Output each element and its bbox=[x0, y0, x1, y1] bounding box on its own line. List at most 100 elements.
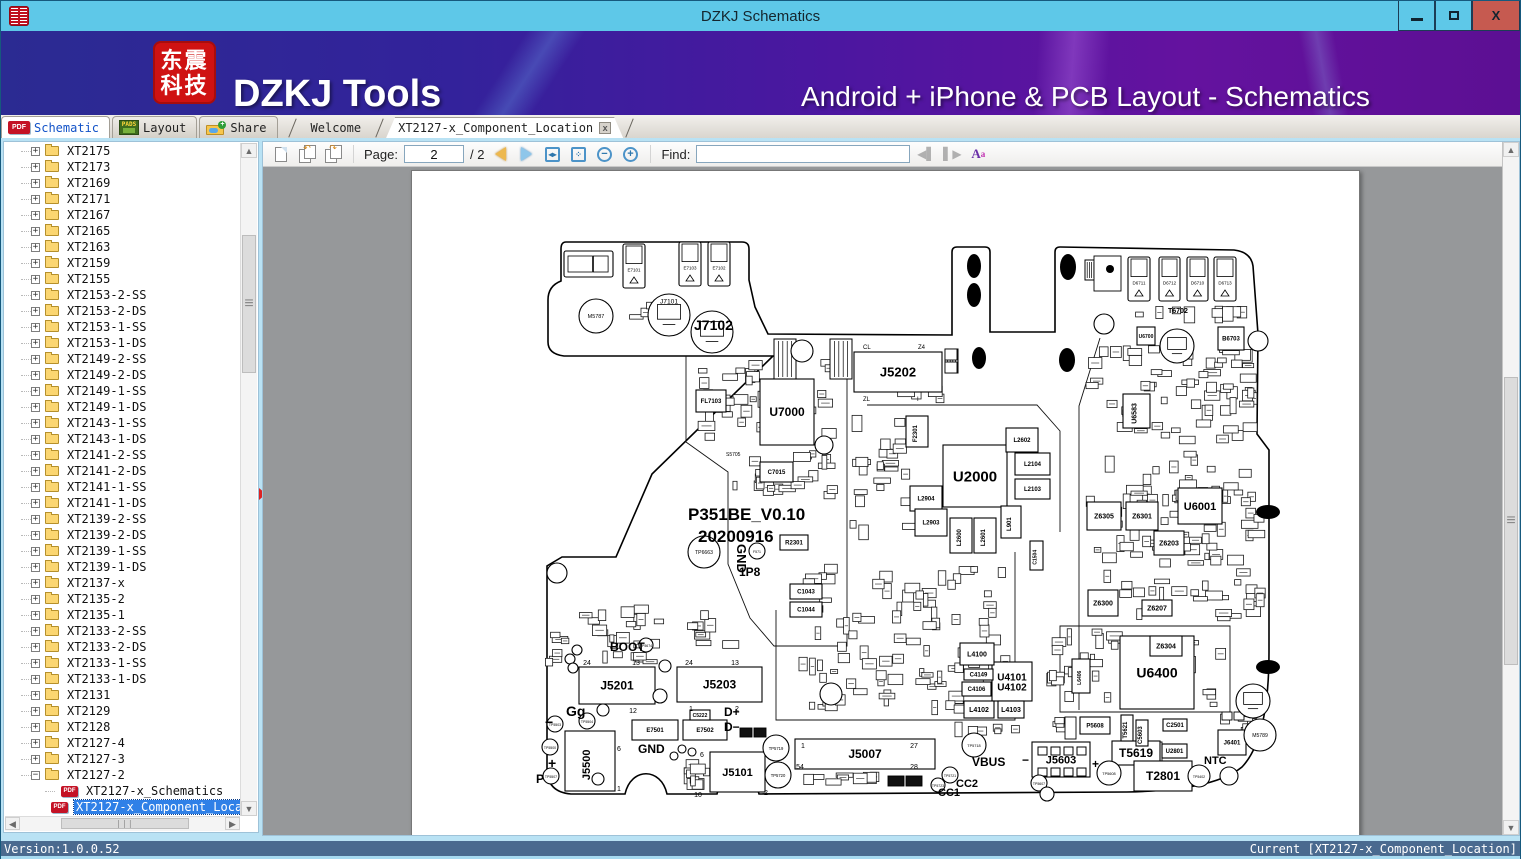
expander-icon[interactable]: + bbox=[31, 258, 40, 268]
expander-icon[interactable]: + bbox=[31, 610, 40, 620]
expander-icon[interactable]: + bbox=[31, 274, 40, 284]
doc-tab-component-location[interactable]: XT2127-x_Component_Location x bbox=[386, 117, 623, 138]
doc-scroll-thumb[interactable]: ≡ bbox=[1504, 377, 1518, 665]
tree-item[interactable]: + XT2139-1-SS bbox=[5, 543, 240, 559]
next-page-button[interactable] bbox=[516, 145, 536, 163]
expander-icon[interactable]: + bbox=[31, 402, 40, 412]
expander-icon[interactable]: + bbox=[31, 146, 40, 156]
tree-item[interactable]: + XT2133-1-SS bbox=[5, 655, 240, 671]
tree-item[interactable]: + XT2141-1-DS bbox=[5, 495, 240, 511]
doc-tab-welcome[interactable]: Welcome bbox=[299, 117, 374, 138]
find-input[interactable] bbox=[696, 145, 911, 163]
tab-share[interactable]: + Share bbox=[199, 116, 278, 138]
tree-item[interactable]: + XT2133-2-DS bbox=[5, 639, 240, 655]
expander-icon[interactable]: + bbox=[31, 674, 40, 684]
page-number-input[interactable] bbox=[403, 145, 464, 163]
expander-icon[interactable]: + bbox=[31, 594, 40, 604]
rotate-left-button[interactable]: ↶ bbox=[297, 143, 317, 163]
tree-item[interactable]: + XT2139-2-DS bbox=[5, 527, 240, 543]
expander-icon[interactable]: + bbox=[31, 338, 40, 348]
tree-item[interactable]: + XT2171 bbox=[5, 191, 240, 207]
tree-item[interactable]: + XT2173 bbox=[5, 159, 240, 175]
expander-icon[interactable]: + bbox=[31, 514, 40, 524]
fit-width-button[interactable]: ◂▸ bbox=[542, 145, 562, 163]
expander-icon[interactable]: + bbox=[31, 418, 40, 428]
tree-scroll-thumb[interactable]: ≡ bbox=[242, 235, 256, 373]
tree-item[interactable]: + XT2159 bbox=[5, 255, 240, 271]
rotate-right-button[interactable]: ↷ bbox=[323, 143, 343, 163]
tree-item[interactable]: + XT2149-1-SS bbox=[5, 383, 240, 399]
scroll-up-icon[interactable]: ▲ bbox=[241, 143, 257, 158]
expander-icon[interactable]: + bbox=[31, 530, 40, 540]
scroll-right-icon[interactable]: ▶ bbox=[225, 817, 240, 830]
scroll-down-icon[interactable]: ▼ bbox=[241, 801, 257, 816]
tree-item[interactable]: + XT2153-1-DS bbox=[5, 335, 240, 351]
expander-icon[interactable]: + bbox=[31, 226, 40, 236]
zoom-in-button[interactable]: + bbox=[620, 145, 640, 163]
tree-item[interactable]: + XT2131 bbox=[5, 687, 240, 703]
tree-horizontal-scrollbar[interactable]: ◀ ||| ▶ bbox=[5, 816, 240, 831]
scroll-up-icon[interactable]: ▲ bbox=[1503, 142, 1519, 157]
expander-icon[interactable]: + bbox=[31, 498, 40, 508]
expander-icon[interactable]: + bbox=[31, 242, 40, 252]
expander-icon[interactable]: + bbox=[31, 194, 40, 204]
tree-item[interactable]: + XT2129 bbox=[5, 703, 240, 719]
expander-icon[interactable]: + bbox=[31, 386, 40, 396]
tree-item[interactable]: − XT2127-2 bbox=[5, 767, 240, 783]
tree-item[interactable]: + XT2139-2-SS bbox=[5, 511, 240, 527]
expander-icon[interactable]: + bbox=[31, 642, 40, 652]
tree-item[interactable]: + XT2141-2-SS bbox=[5, 447, 240, 463]
find-previous-icon[interactable]: ◀▌ bbox=[916, 145, 936, 163]
expander-icon[interactable]: + bbox=[31, 546, 40, 556]
expander-icon[interactable]: + bbox=[31, 162, 40, 172]
tree-item[interactable]: + XT2143-1-SS bbox=[5, 415, 240, 431]
tree-item[interactable]: + XT2149-1-DS bbox=[5, 399, 240, 415]
tab-layout[interactable]: PADS Layout bbox=[112, 116, 198, 138]
expander-icon[interactable]: + bbox=[31, 658, 40, 668]
expander-icon[interactable]: + bbox=[31, 322, 40, 332]
fit-page-button[interactable]: ⁘ bbox=[568, 145, 588, 163]
tree-item[interactable]: + XT2141-1-SS bbox=[5, 479, 240, 495]
expander-icon[interactable]: + bbox=[31, 210, 40, 220]
expander-icon[interactable]: + bbox=[31, 434, 40, 444]
tree-item[interactable]: + XT2169 bbox=[5, 175, 240, 191]
close-button[interactable]: X bbox=[1472, 1, 1520, 31]
doc-tab-close-icon[interactable]: x bbox=[599, 122, 611, 134]
tree-item[interactable]: PDF XT2127-x_Component_Location bbox=[5, 799, 240, 815]
expander-icon[interactable]: + bbox=[31, 754, 40, 764]
tree-item[interactable]: + XT2155 bbox=[5, 271, 240, 287]
font-size-button[interactable]: Aa bbox=[968, 145, 988, 163]
tree-hscroll-thumb[interactable]: ||| bbox=[61, 818, 189, 829]
tree-item[interactable]: + XT2137-x bbox=[5, 575, 240, 591]
tree-item[interactable]: + XT2175 bbox=[5, 143, 240, 159]
expander-icon[interactable]: + bbox=[31, 370, 40, 380]
expander-icon[interactable]: + bbox=[31, 562, 40, 572]
tree-item[interactable]: + XT2143-1-DS bbox=[5, 431, 240, 447]
tree-item[interactable]: + XT2133-2-SS bbox=[5, 623, 240, 639]
expander-icon[interactable]: − bbox=[31, 770, 40, 780]
tree-item[interactable]: + XT2133-1-DS bbox=[5, 671, 240, 687]
tree-item[interactable]: + XT2135-1 bbox=[5, 607, 240, 623]
tree-item[interactable]: + XT2165 bbox=[5, 223, 240, 239]
document-canvas[interactable]: E7101 E7103 E7102 D6711 D6712 D6710 D6713 J5202… bbox=[263, 167, 1502, 835]
expander-icon[interactable]: + bbox=[31, 578, 40, 588]
doc-vertical-scrollbar[interactable]: ▲ ≡ ▼ bbox=[1502, 142, 1519, 835]
minimize-button[interactable] bbox=[1398, 1, 1435, 31]
expander-icon[interactable]: + bbox=[31, 306, 40, 316]
single-page-button[interactable] bbox=[271, 145, 291, 163]
tree-item[interactable]: + XT2135-2 bbox=[5, 591, 240, 607]
tree-item[interactable]: + XT2163 bbox=[5, 239, 240, 255]
tree-item[interactable]: + XT2153-1-SS bbox=[5, 319, 240, 335]
tree-item[interactable]: + XT2128 bbox=[5, 719, 240, 735]
zoom-out-button[interactable]: − bbox=[594, 145, 614, 163]
expander-icon[interactable]: + bbox=[31, 626, 40, 636]
previous-page-button[interactable] bbox=[490, 145, 510, 163]
tree-item[interactable]: + XT2167 bbox=[5, 207, 240, 223]
expander-icon[interactable]: + bbox=[31, 706, 40, 716]
tree-item[interactable]: + XT2141-2-DS bbox=[5, 463, 240, 479]
tree-item[interactable]: + XT2153-2-DS bbox=[5, 303, 240, 319]
tree-item[interactable]: + XT2149-2-SS bbox=[5, 351, 240, 367]
expander-icon[interactable]: + bbox=[31, 290, 40, 300]
tree-item[interactable]: + XT2127-3 bbox=[5, 751, 240, 767]
scroll-down-icon[interactable]: ▼ bbox=[1503, 820, 1519, 835]
